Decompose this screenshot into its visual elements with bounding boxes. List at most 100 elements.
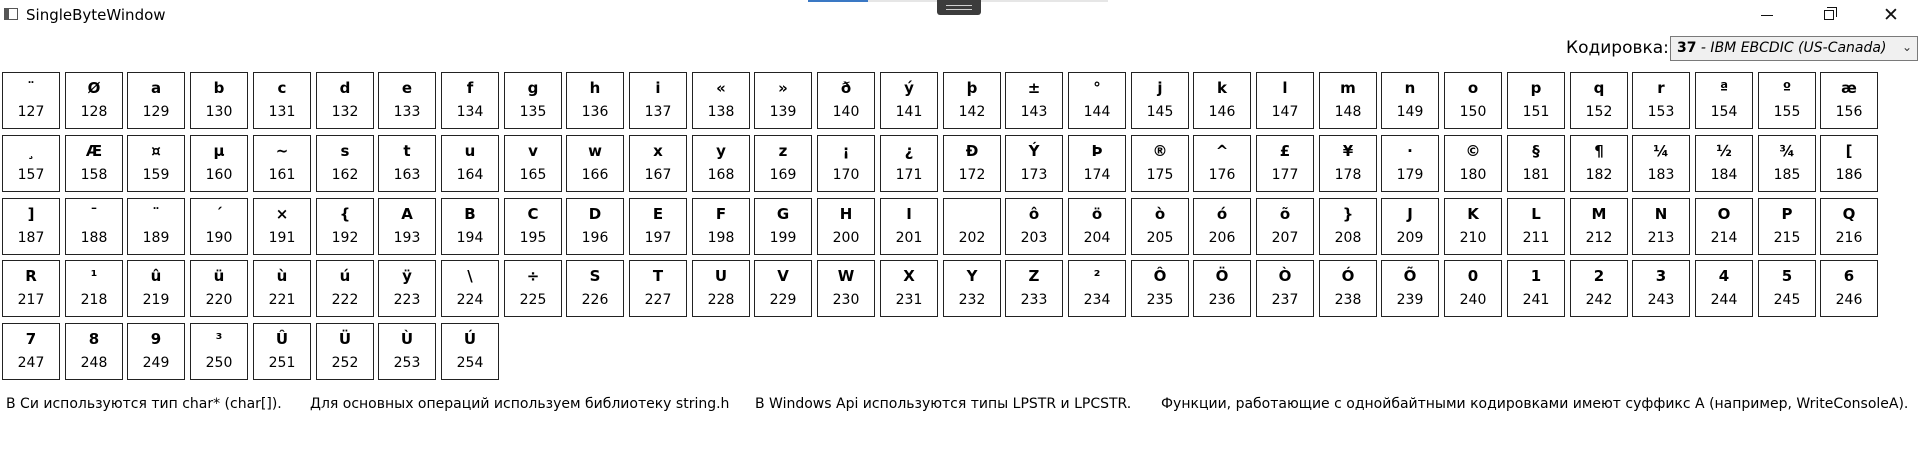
char-cell[interactable]: } 208: [1319, 198, 1377, 255]
char-cell[interactable]: v 165: [504, 135, 562, 192]
char-cell[interactable]: 6 246: [1820, 260, 1878, 317]
char-cell[interactable]: B 194: [441, 198, 499, 255]
char-cell[interactable]: z 169: [754, 135, 812, 192]
drag-handle[interactable]: [937, 0, 981, 15]
char-cell[interactable]: l 147: [1256, 72, 1314, 129]
char-cell[interactable]: ´ 190: [190, 198, 248, 255]
char-cell[interactable]: ÿ 223: [378, 260, 436, 317]
char-cell[interactable]: d 132: [316, 72, 374, 129]
char-cell[interactable]: b 130: [190, 72, 248, 129]
close-button[interactable]: ✕: [1868, 0, 1914, 30]
char-cell[interactable]: « 138: [692, 72, 750, 129]
char-cell[interactable]: ù 221: [253, 260, 311, 317]
char-cell[interactable]: 2 242: [1570, 260, 1628, 317]
char-cell[interactable]: X 231: [880, 260, 938, 317]
char-cell[interactable]: ¡ 170: [817, 135, 875, 192]
char-cell[interactable]: W 230: [817, 260, 875, 317]
char-cell[interactable]: æ 156: [1820, 72, 1878, 129]
char-cell[interactable]: ¿ 171: [880, 135, 938, 192]
char-cell[interactable]: ] 187: [2, 198, 60, 255]
char-cell[interactable]: ª 154: [1695, 72, 1753, 129]
char-cell[interactable]: G 199: [754, 198, 812, 255]
char-cell[interactable]: ò 205: [1131, 198, 1189, 255]
char-cell[interactable]: F 198: [692, 198, 750, 255]
char-cell[interactable]: R 217: [2, 260, 60, 317]
char-cell[interactable]: ½ 184: [1695, 135, 1753, 192]
char-cell[interactable]: ¾ 185: [1758, 135, 1816, 192]
char-cell[interactable]: L 211: [1507, 198, 1565, 255]
char-cell[interactable]: {192: [316, 198, 374, 255]
char-cell[interactable]: ¥178: [1319, 135, 1377, 192]
char-cell[interactable]: 9 249: [127, 323, 185, 380]
char-cell[interactable]: Q 216: [1820, 198, 1878, 255]
char-cell[interactable]: P 215: [1758, 198, 1816, 255]
char-cell[interactable]: Y 232: [943, 260, 1001, 317]
char-cell[interactable]: Ý 173: [1005, 135, 1063, 192]
char-cell[interactable]: N 213: [1632, 198, 1690, 255]
char-cell[interactable]: j 145: [1131, 72, 1189, 129]
char-cell[interactable]: C 195: [504, 198, 562, 255]
char-cell[interactable]: 3 243: [1632, 260, 1690, 317]
char-cell[interactable]: ³ 250: [190, 323, 248, 380]
char-cell[interactable]: ý 141: [880, 72, 938, 129]
char-cell[interactable]: m 148: [1319, 72, 1377, 129]
char-cell[interactable]: þ 142: [943, 72, 1001, 129]
char-cell[interactable]: º 155: [1758, 72, 1816, 129]
char-cell[interactable]: ¨ 127: [2, 72, 60, 129]
char-cell[interactable]: y 168: [692, 135, 750, 192]
char-cell[interactable]: ð 140: [817, 72, 875, 129]
char-cell[interactable]: £177: [1256, 135, 1314, 192]
char-cell[interactable]: ÷ 225: [504, 260, 562, 317]
char-cell[interactable]: 4 244: [1695, 260, 1753, 317]
char-cell[interactable]: S 226: [566, 260, 624, 317]
encoding-select[interactable]: 37 - IBM EBCDIC (US-Canada) ⌄: [1670, 36, 1918, 61]
char-cell[interactable]: Ú 254: [441, 323, 499, 380]
char-cell[interactable]: A 193: [378, 198, 436, 255]
char-cell[interactable]: ¤ 159: [127, 135, 185, 192]
char-cell[interactable]: ö 204: [1068, 198, 1126, 255]
char-cell[interactable]: o 150: [1444, 72, 1502, 129]
char-cell[interactable]: Ü 252: [316, 323, 374, 380]
char-cell[interactable]: f 134: [441, 72, 499, 129]
char-cell[interactable]: ° 144: [1068, 72, 1126, 129]
char-cell[interactable]: \ 224: [441, 260, 499, 317]
char-cell[interactable]: ~161: [253, 135, 311, 192]
char-cell[interactable]: h 136: [566, 72, 624, 129]
char-cell[interactable]: U 228: [692, 260, 750, 317]
char-cell[interactable]: ¶ 182: [1570, 135, 1628, 192]
char-cell[interactable]: Ô 235: [1131, 260, 1189, 317]
char-cell[interactable]: Z 233: [1005, 260, 1063, 317]
char-cell[interactable]: 5 245: [1758, 260, 1816, 317]
char-cell[interactable]: Õ 239: [1381, 260, 1439, 317]
char-cell[interactable]: ² 234: [1068, 260, 1126, 317]
char-cell[interactable]: 8 248: [65, 323, 123, 380]
char-cell[interactable]: © 180: [1444, 135, 1502, 192]
char-cell[interactable]: Ø 128: [65, 72, 123, 129]
char-cell[interactable]: õ 207: [1256, 198, 1314, 255]
char-cell[interactable]: t 163: [378, 135, 436, 192]
char-cell[interactable]: Æ 158: [65, 135, 123, 192]
char-cell[interactable]: i 137: [629, 72, 687, 129]
char-cell[interactable]: M 212: [1570, 198, 1628, 255]
char-cell[interactable]: [186: [1820, 135, 1878, 192]
char-cell[interactable]: k 146: [1193, 72, 1251, 129]
char-cell[interactable]: e 133: [378, 72, 436, 129]
char-cell[interactable]: O 214: [1695, 198, 1753, 255]
minimize-button[interactable]: [1744, 0, 1790, 30]
char-cell[interactable]: · 179: [1381, 135, 1439, 192]
char-cell[interactable]: Ù 253: [378, 323, 436, 380]
char-cell[interactable]: H 200: [817, 198, 875, 255]
char-cell[interactable]: x 167: [629, 135, 687, 192]
char-cell[interactable]: I 201: [880, 198, 938, 255]
char-cell[interactable]: p 151: [1507, 72, 1565, 129]
char-cell[interactable]: Þ 174: [1068, 135, 1126, 192]
char-cell[interactable]: ó 206: [1193, 198, 1251, 255]
char-cell[interactable]: D 196: [566, 198, 624, 255]
char-cell[interactable]: n 149: [1381, 72, 1439, 129]
char-cell[interactable]: c 131: [253, 72, 311, 129]
char-cell[interactable]: ¼ 183: [1632, 135, 1690, 192]
char-cell[interactable]: s 162: [316, 135, 374, 192]
char-cell[interactable]: ¹ 218: [65, 260, 123, 317]
char-cell[interactable]: ô 203: [1005, 198, 1063, 255]
char-cell[interactable]: q 152: [1570, 72, 1628, 129]
